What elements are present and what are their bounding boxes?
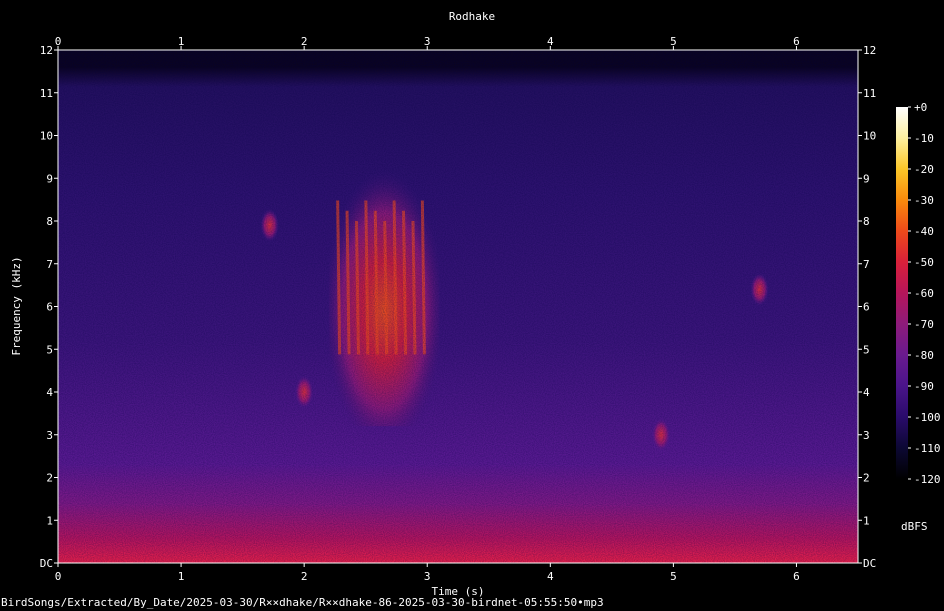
y-tick-label: 12 xyxy=(40,44,53,57)
y-tick-label: 8 xyxy=(46,215,53,228)
colorbar-tick-label: -50 xyxy=(914,256,934,269)
y-tick-label-right: 10 xyxy=(863,130,876,143)
x-tick-label-top: 1 xyxy=(178,35,185,48)
y-tick-label: 10 xyxy=(40,130,53,143)
colorbar-tick-label: -120 xyxy=(914,473,941,486)
y-tick-label: 7 xyxy=(46,258,53,271)
y-tick-label-right: 9 xyxy=(863,172,870,185)
colorbar-tick-label: -10 xyxy=(914,132,934,145)
y-tick-label: 9 xyxy=(46,172,53,185)
colorbar-tick-label: -70 xyxy=(914,318,934,331)
y-tick-label: 1 xyxy=(46,514,53,527)
colorbar-scale xyxy=(896,107,908,479)
chart-title: Rodhake xyxy=(449,10,495,23)
colorbar-tick-label: +0 xyxy=(914,101,927,114)
x-tick-label-top: 3 xyxy=(424,35,431,48)
spectrogram-noise-texture xyxy=(58,50,858,563)
x-tick-label-top: 4 xyxy=(547,35,554,48)
x-tick-label: 0 xyxy=(55,570,62,583)
y-tick-label: 4 xyxy=(46,386,53,399)
spectrogram-chart: Rodhake 00112233445566 DC DC1 12 23 34 45 56 67… xyxy=(10,10,941,598)
y-tick-label-right: 8 xyxy=(863,215,870,228)
x-tick-label: 6 xyxy=(793,570,800,583)
colorbar-tick-label: -40 xyxy=(914,225,934,238)
y-tick-label-right: DC xyxy=(863,557,876,570)
y-tick-label: 5 xyxy=(46,343,53,356)
colorbar: +0 -10 -20 -30 -40 -50 -60 -70 -80 -90 -100 -110 -12… xyxy=(896,101,941,533)
colorbar-ticks: +0 -10 -20 -30 -40 -50 -60 -70 -80 -90 -100 -110 -12… xyxy=(908,101,941,486)
x-tick-label: 4 xyxy=(547,570,554,583)
colorbar-tick-label: -110 xyxy=(914,442,941,455)
file-path-caption: BirdSongs/Extracted/By_Date/2025-03-30/R… xyxy=(1,596,604,609)
colorbar-label: dBFS xyxy=(901,520,928,533)
y-tick-label: 2 xyxy=(46,472,53,485)
x-tick-label: 3 xyxy=(424,570,431,583)
colorbar-tick-label: -80 xyxy=(914,349,934,362)
y-tick-label-right: 6 xyxy=(863,301,870,314)
colorbar-tick-label: -60 xyxy=(914,287,934,300)
y-tick-label-right: 1 xyxy=(863,514,870,527)
y-tick-label: 3 xyxy=(46,429,53,442)
y-tick-label-right: 11 xyxy=(863,87,876,100)
y-tick-label: DC xyxy=(40,557,53,570)
x-tick-label: 5 xyxy=(670,570,677,583)
x-tick-label-top: 2 xyxy=(301,35,308,48)
y-tick-label-right: 12 xyxy=(863,44,876,57)
y-tick-label-right: 7 xyxy=(863,258,870,271)
colorbar-tick-label: -20 xyxy=(914,163,934,176)
y-tick-label-right: 4 xyxy=(863,386,870,399)
y-tick-label-right: 5 xyxy=(863,343,870,356)
y-axis-label: Frequency (kHz) xyxy=(10,256,23,355)
colorbar-tick-label: -100 xyxy=(914,411,941,424)
colorbar-tick-label: -30 xyxy=(914,194,934,207)
y-tick-label-right: 2 xyxy=(863,472,870,485)
y-tick-label: 11 xyxy=(40,87,53,100)
colorbar-tick-label: -90 xyxy=(914,380,934,393)
y-tick-label: 6 xyxy=(46,301,53,314)
x-tick-label-top: 5 xyxy=(670,35,677,48)
x-tick-label: 2 xyxy=(301,570,308,583)
x-tick-label-top: 6 xyxy=(793,35,800,48)
x-tick-label: 1 xyxy=(178,570,185,583)
y-tick-label-right: 3 xyxy=(863,429,870,442)
x-tick-label-top: 0 xyxy=(55,35,62,48)
plot-area xyxy=(57,49,859,564)
